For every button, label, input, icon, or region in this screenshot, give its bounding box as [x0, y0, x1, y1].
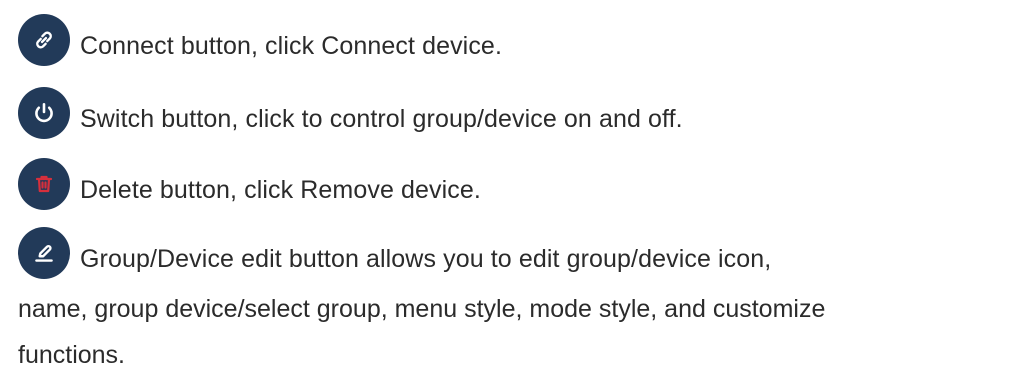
- edit-item: Group/Device edit button allows you to e…: [18, 227, 772, 285]
- trash-icon: [35, 175, 53, 193]
- edit-description-line-2: name, group device/select group, menu st…: [18, 295, 826, 323]
- connect-description: Connect button, click Connect device.: [80, 32, 502, 60]
- link-icon: [36, 31, 52, 49]
- edit-icon: [35, 245, 53, 262]
- switch-description: Switch button, click to control group/de…: [80, 105, 683, 133]
- connect-button[interactable]: [18, 14, 70, 66]
- edit-button[interactable]: [18, 227, 70, 279]
- delete-item: Delete button, click Remove device.: [18, 158, 481, 216]
- connect-item: Connect button, click Connect device.: [18, 14, 502, 72]
- power-icon: [35, 103, 53, 123]
- edit-description-line-3: functions.: [18, 341, 126, 369]
- delete-button[interactable]: [18, 158, 70, 210]
- switch-item: Switch button, click to control group/de…: [18, 87, 683, 145]
- delete-description: Delete button, click Remove device.: [80, 176, 481, 204]
- edit-description-line-1: Group/Device edit button allows you to e…: [80, 245, 772, 273]
- switch-button[interactable]: [18, 87, 70, 139]
